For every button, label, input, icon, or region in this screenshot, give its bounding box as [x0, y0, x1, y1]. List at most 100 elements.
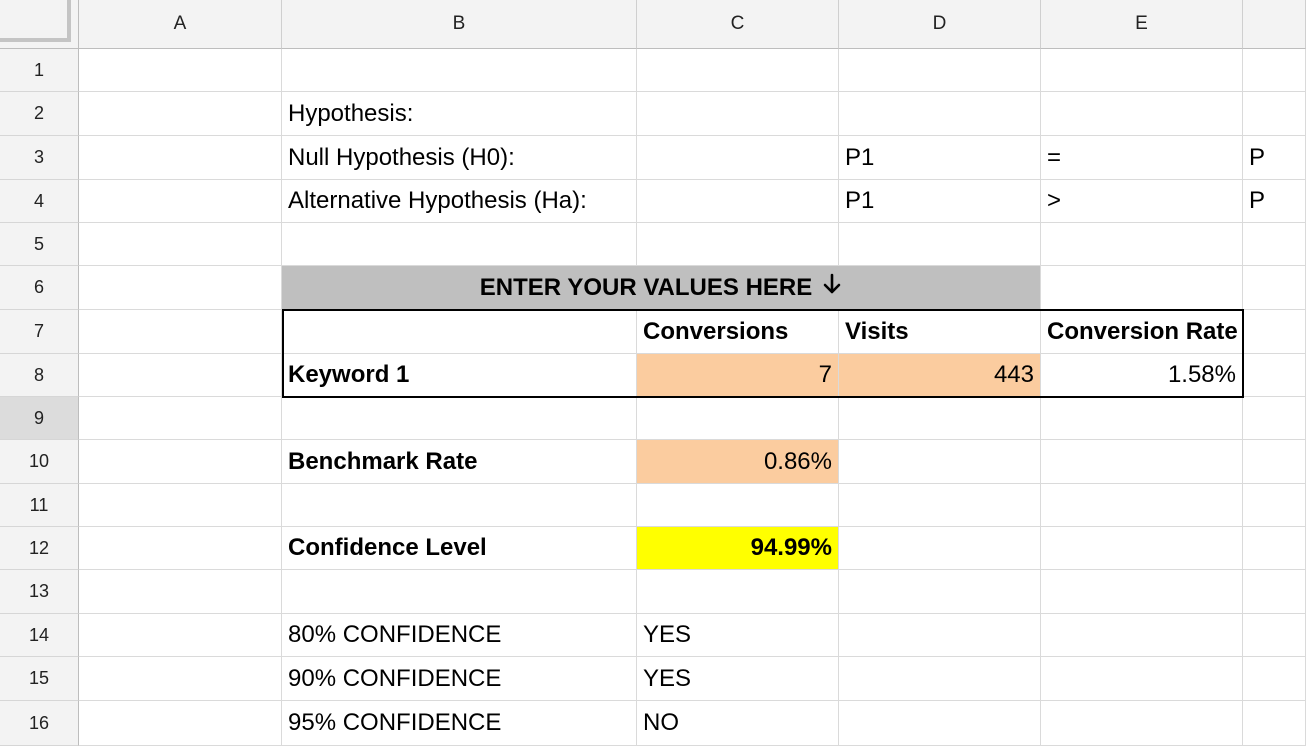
grid-cell[interactable] — [1243, 570, 1306, 614]
grid-cell[interactable] — [839, 614, 1041, 657]
grid-cell[interactable] — [79, 484, 282, 527]
column-header-d[interactable]: D — [839, 0, 1041, 49]
row-header-15[interactable]: 15 — [0, 657, 79, 701]
column-header-f[interactable] — [1243, 0, 1306, 49]
grid-cell[interactable] — [1041, 49, 1243, 92]
cell-e7[interactable]: Conversion Rate — [1041, 310, 1243, 354]
values-header-merged-cell[interactable]: ENTER YOUR VALUES HERE — [282, 266, 1041, 310]
cell-c7[interactable]: Conversions — [637, 310, 839, 354]
grid-cell[interactable] — [1243, 266, 1306, 310]
grid-cell[interactable] — [637, 484, 839, 527]
row-header-1[interactable]: 1 — [0, 49, 79, 92]
grid-cell[interactable] — [79, 397, 282, 440]
cell-c8[interactable]: 7 — [637, 354, 839, 397]
cell-e3[interactable]: = — [1041, 136, 1243, 180]
cell-d4[interactable]: P1 — [839, 180, 1041, 223]
grid-cell[interactable] — [282, 570, 637, 614]
row-header-5[interactable]: 5 — [0, 223, 79, 266]
grid-cell[interactable] — [637, 223, 839, 266]
grid-cell[interactable] — [839, 570, 1041, 614]
grid-cell[interactable] — [839, 484, 1041, 527]
cell-e4[interactable]: > — [1041, 180, 1243, 223]
row-header-14[interactable]: 14 — [0, 614, 79, 657]
cell-b16[interactable]: 95% CONFIDENCE — [282, 701, 637, 746]
cell-b14[interactable]: 80% CONFIDENCE — [282, 614, 637, 657]
grid-cell[interactable] — [79, 527, 282, 570]
cell-b12[interactable]: Confidence Level — [282, 527, 637, 570]
cell-c14[interactable]: YES — [637, 614, 839, 657]
grid-cell[interactable] — [79, 701, 282, 746]
cell-f4[interactable]: P — [1243, 180, 1306, 223]
row-header-9[interactable]: 9 — [0, 397, 79, 440]
cell-b15[interactable]: 90% CONFIDENCE — [282, 657, 637, 701]
grid-cell[interactable] — [839, 223, 1041, 266]
grid-cell[interactable] — [1041, 397, 1243, 440]
grid-cell[interactable] — [839, 527, 1041, 570]
cell-d3[interactable]: P1 — [839, 136, 1041, 180]
row-header-13[interactable]: 13 — [0, 570, 79, 614]
grid-cell[interactable] — [1243, 701, 1306, 746]
grid-cell[interactable] — [839, 92, 1041, 136]
row-header-8[interactable]: 8 — [0, 354, 79, 397]
grid-cell[interactable] — [282, 397, 637, 440]
row-header-12[interactable]: 12 — [0, 527, 79, 570]
grid-cell[interactable] — [1243, 527, 1306, 570]
grid-cell[interactable] — [79, 614, 282, 657]
grid-cell[interactable] — [1041, 440, 1243, 484]
cell-c12[interactable]: 94.99% — [637, 527, 839, 570]
grid-cell[interactable] — [839, 657, 1041, 701]
grid-cell[interactable] — [1041, 570, 1243, 614]
grid-cell[interactable] — [637, 397, 839, 440]
grid-cell[interactable] — [839, 440, 1041, 484]
grid-cell[interactable] — [1041, 266, 1243, 310]
grid-cell[interactable] — [839, 397, 1041, 440]
grid-cell[interactable] — [1041, 223, 1243, 266]
cell-f3[interactable]: P — [1243, 136, 1306, 180]
grid-cell[interactable] — [1243, 223, 1306, 266]
column-header-c[interactable]: C — [637, 0, 839, 49]
grid-cell[interactable] — [282, 484, 637, 527]
grid-cell[interactable] — [79, 310, 282, 354]
grid-cell[interactable] — [79, 223, 282, 266]
row-header-4[interactable]: 4 — [0, 180, 79, 223]
column-header-b[interactable]: B — [282, 0, 637, 49]
select-all-corner[interactable] — [0, 0, 79, 49]
row-header-11[interactable]: 11 — [0, 484, 79, 527]
row-header-16[interactable]: 16 — [0, 701, 79, 746]
grid-cell[interactable] — [637, 180, 839, 223]
grid-cell[interactable] — [839, 49, 1041, 92]
grid-cell[interactable] — [1041, 701, 1243, 746]
row-header-2[interactable]: 2 — [0, 92, 79, 136]
grid-cell[interactable] — [1041, 527, 1243, 570]
row-header-3[interactable]: 3 — [0, 136, 79, 180]
cell-c15[interactable]: YES — [637, 657, 839, 701]
grid-cell[interactable] — [637, 49, 839, 92]
cell-c10[interactable]: 0.86% — [637, 440, 839, 484]
grid-cell[interactable] — [637, 570, 839, 614]
cell-b7[interactable] — [282, 310, 637, 354]
cell-b8[interactable]: Keyword 1 — [282, 354, 637, 397]
grid-cell[interactable] — [1243, 614, 1306, 657]
grid-cell[interactable] — [79, 266, 282, 310]
grid-cell[interactable] — [79, 657, 282, 701]
grid-cell[interactable] — [1041, 484, 1243, 527]
grid-cell[interactable] — [79, 49, 282, 92]
grid-cell[interactable] — [79, 92, 282, 136]
grid-cell[interactable] — [1243, 397, 1306, 440]
cell-b10[interactable]: Benchmark Rate — [282, 440, 637, 484]
grid-cell[interactable] — [282, 223, 637, 266]
cell-b3[interactable]: Null Hypothesis (H0): — [282, 136, 637, 180]
grid-cell[interactable] — [1243, 354, 1306, 397]
grid-cell[interactable] — [79, 354, 282, 397]
grid-cell[interactable] — [79, 180, 282, 223]
grid-cell[interactable] — [1041, 657, 1243, 701]
grid-cell[interactable] — [79, 440, 282, 484]
row-header-6[interactable]: 6 — [0, 266, 79, 310]
grid-cell[interactable] — [1243, 484, 1306, 527]
column-header-a[interactable]: A — [79, 0, 282, 49]
column-header-e[interactable]: E — [1041, 0, 1243, 49]
grid-cell[interactable] — [637, 136, 839, 180]
grid-cell[interactable] — [1243, 657, 1306, 701]
cell-e8[interactable]: 1.58% — [1041, 354, 1243, 397]
grid-cell[interactable] — [1041, 92, 1243, 136]
